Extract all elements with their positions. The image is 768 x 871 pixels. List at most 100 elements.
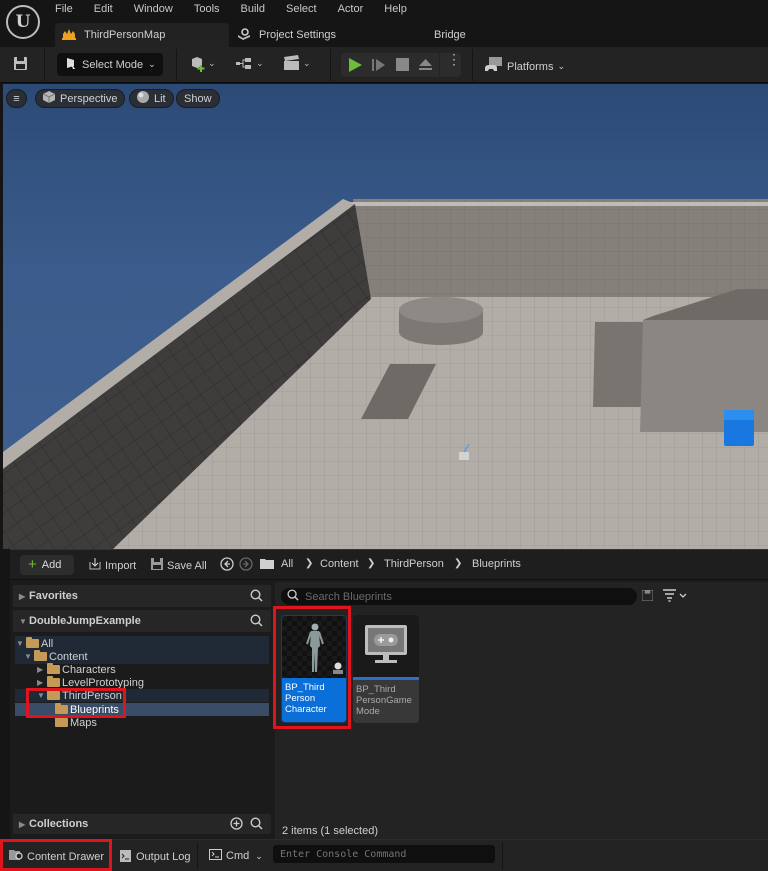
lit-button[interactable]: Lit [129, 89, 174, 108]
level-viewport[interactable]: ≡ Perspective Lit Show [3, 84, 768, 549]
caret-right-icon: ▶ [37, 678, 44, 687]
caret-right-icon: ▶ [37, 665, 44, 674]
select-mode-dropdown[interactable]: Select Mode ⌄ [57, 53, 163, 76]
viewport-menu-button[interactable]: ≡ [6, 89, 27, 108]
breadcrumb-separator-icon[interactable]: ❯ [454, 558, 462, 569]
add-button[interactable]: + Add [20, 555, 74, 575]
step-icon[interactable] [372, 58, 386, 75]
platforms-icon [485, 57, 503, 76]
menu-window[interactable]: Window [134, 3, 173, 15]
add-label: Add [41, 559, 62, 571]
content-browser-toolbar: + Add Import Save All All ❯ Content ❯ Th… [10, 550, 768, 580]
add-actor-icon[interactable]: ⌄ [190, 56, 216, 76]
status-bar: Content Drawer Output Log Cmd ⌄ [0, 839, 768, 871]
character-thumbnail [282, 616, 346, 678]
title-bar: U File Edit Window Tools Build Select Ac… [0, 0, 768, 47]
save-icon[interactable] [13, 56, 28, 74]
output-log-icon [120, 849, 131, 865]
plus-icon: + [28, 556, 37, 573]
folder-open-icon [34, 650, 47, 661]
mannequin-icon [306, 623, 324, 672]
search-placeholder: Search Blueprints [305, 590, 392, 603]
caret-right-icon: ▶ [19, 591, 26, 601]
folder-open-icon [47, 689, 60, 700]
tree-item-characters[interactable]: ▶ Characters [15, 663, 269, 676]
highlight-box [0, 839, 112, 871]
perspective-label: Perspective [60, 92, 118, 105]
asset-bp-thirdpersoncharacter[interactable]: BP_Third Person Character [281, 615, 347, 723]
divider [197, 842, 198, 870]
import-button[interactable]: Import [89, 558, 136, 573]
tree-item-content[interactable]: ▼ Content [15, 650, 269, 663]
tree-item-levelprototyping[interactable]: ▶ LevelPrototyping [15, 676, 269, 689]
character-class-icon [332, 662, 344, 677]
sources-panel: ▶ Favorites ▼ DoubleJumpExample ▼ All ▼ [13, 582, 271, 840]
project-header[interactable]: ▼ DoubleJumpExample [13, 610, 271, 632]
play-icon[interactable] [347, 57, 363, 76]
tree-item-label: Blueprints [70, 703, 119, 716]
breadcrumb-separator-icon[interactable]: ❯ [305, 558, 313, 569]
output-log-button[interactable]: Output Log [120, 849, 190, 865]
menu-edit[interactable]: Edit [94, 3, 113, 15]
menu-tools[interactable]: Tools [194, 3, 220, 15]
platforms-dropdown[interactable]: Platforms ⌄ [485, 57, 565, 76]
terminal-icon [209, 849, 222, 863]
tree-item-label: All [41, 637, 54, 650]
tree-item-all[interactable]: ▼ All [15, 637, 269, 650]
caret-down-icon: ▼ [37, 691, 45, 700]
breadcrumb-separator-icon[interactable]: ❯ [367, 558, 375, 569]
more-options-icon[interactable]: ⋮ [447, 52, 461, 66]
forward-icon[interactable] [239, 557, 253, 571]
import-icon [89, 558, 101, 573]
back-icon[interactable] [220, 557, 234, 571]
breadcrumb-content[interactable]: Content [320, 558, 359, 570]
search-icon[interactable] [250, 817, 263, 833]
menu-build[interactable]: Build [241, 3, 265, 15]
menu-bar: File Edit Window Tools Build Select Acto… [55, 3, 428, 15]
search-blueprints-input[interactable]: Search Blueprints [281, 588, 637, 605]
blueprint-icon[interactable]: ⌄ [236, 56, 266, 74]
chevron-down-icon: ⌄ [557, 61, 566, 71]
perspective-button[interactable]: Perspective [35, 89, 126, 108]
save-all-button[interactable]: Save All [151, 558, 207, 573]
hamburger-icon: ≡ [13, 92, 20, 105]
chevron-down-icon: ⌄ [148, 59, 156, 69]
show-button[interactable]: Show [176, 89, 220, 108]
tree-item-label: Content [49, 650, 88, 663]
tree-item-label: ThirdPerson [62, 689, 122, 702]
toolbar-divider [330, 49, 331, 81]
breadcrumb-blueprints[interactable]: Blueprints [472, 558, 521, 570]
save-search-icon[interactable] [641, 589, 654, 604]
unreal-logo-icon[interactable]: U [6, 5, 40, 39]
tab-thirdpersonmap[interactable]: ThirdPersonMap [55, 23, 229, 47]
tree-item-thirdperson[interactable]: ▼ ThirdPerson [15, 689, 269, 702]
eject-icon[interactable] [418, 57, 433, 75]
search-icon[interactable] [250, 614, 263, 630]
add-collection-icon[interactable] [230, 817, 243, 833]
favorites-header[interactable]: ▶ Favorites [13, 585, 271, 607]
tab-project-settings[interactable]: Project Settings [237, 23, 336, 47]
menu-help[interactable]: Help [384, 3, 407, 15]
folder-icon [55, 716, 68, 727]
menu-select[interactable]: Select [286, 3, 317, 15]
tree-item-maps[interactable]: Maps [15, 716, 269, 729]
cmd-dropdown[interactable]: Cmd ⌄ [209, 849, 263, 863]
console-command-input[interactable] [273, 845, 495, 863]
tab-label: ThirdPersonMap [84, 29, 166, 41]
collections-header[interactable]: ▶ Collections [13, 814, 271, 834]
breadcrumb-all[interactable]: All [281, 558, 293, 570]
tab-bridge[interactable]: Bridge [434, 23, 466, 47]
cinematics-icon[interactable]: ⌄ [283, 55, 313, 74]
filter-icon[interactable] [663, 589, 689, 605]
stop-icon[interactable] [396, 58, 409, 74]
asset-bp-thirdpersongamemode[interactable]: BP_Third PersonGame Mode [353, 615, 419, 723]
tree-item-blueprints[interactable]: Blueprints [15, 703, 269, 716]
menu-file[interactable]: File [55, 3, 73, 15]
menu-actor[interactable]: Actor [338, 3, 364, 15]
show-label: Show [184, 92, 212, 105]
save-all-label: Save All [167, 559, 207, 572]
toolbar-divider [472, 49, 473, 81]
search-icon[interactable] [250, 589, 263, 605]
folder-icon [47, 676, 60, 687]
breadcrumb-thirdperson[interactable]: ThirdPerson [384, 558, 444, 570]
